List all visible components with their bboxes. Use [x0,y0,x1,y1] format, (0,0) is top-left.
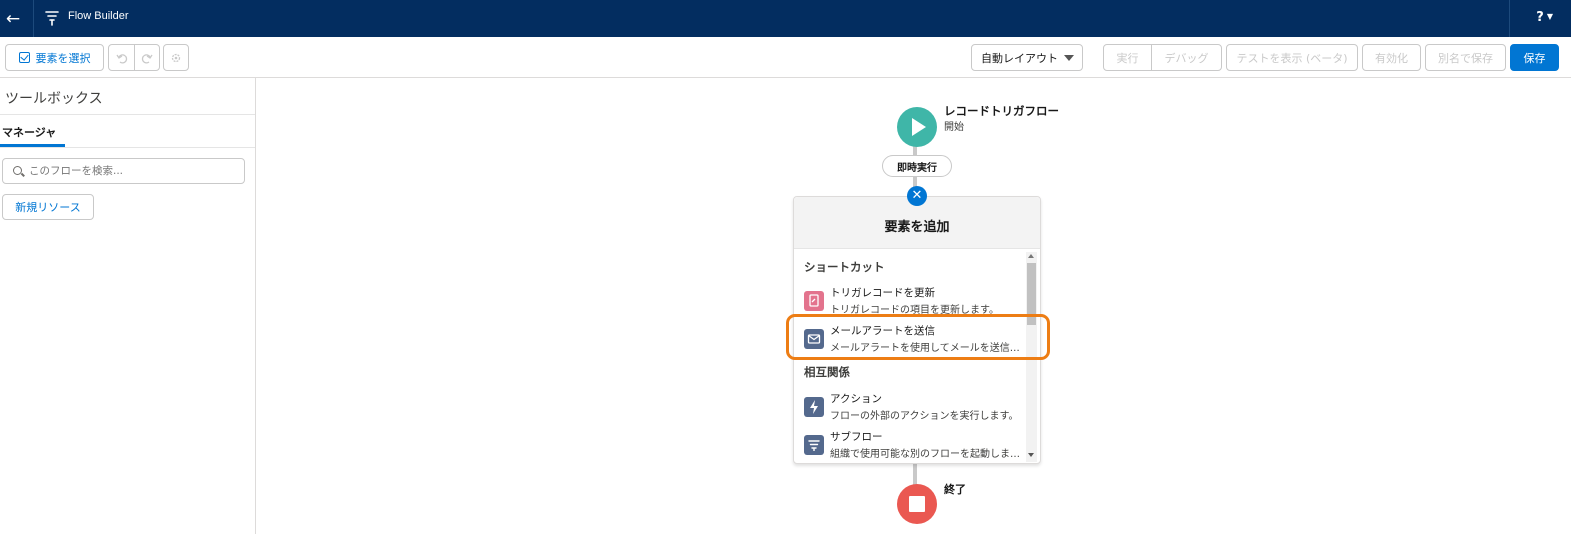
menu-item-subflow[interactable]: サブフロー 組織で使用可能な別のフローを起動します。 [804,429,1020,463]
help-icon: ? [1536,10,1544,25]
run-debug-group: 実行 デバッグ [1103,44,1222,71]
header-divider [33,0,34,37]
stop-icon [909,496,925,512]
save-as-button[interactable]: 別名で保存 [1425,44,1506,71]
path-label-pill[interactable]: 即時実行 [882,155,952,177]
lightning-icon [804,397,824,417]
redo-button[interactable] [134,45,159,70]
layout-mode-value: 自動レイアウト [981,51,1058,65]
scroll-up-icon[interactable] [1028,254,1034,258]
new-resource-button[interactable]: 新規リソース [2,194,94,220]
record-update-icon [804,291,824,311]
start-node[interactable] [897,107,937,147]
end-node-label: 終了 [944,483,966,496]
undo-button[interactable] [109,45,134,70]
search-input[interactable] [29,162,239,180]
caret-down-icon [1064,55,1074,61]
arrow-left-icon: ← [5,8,21,29]
header-divider [1509,0,1510,37]
chevron-down-icon: ▼ [1546,12,1553,21]
toolbox-title: ツールボックス [5,91,103,107]
tab-manager[interactable]: マネージャ [2,124,56,140]
menu-item-description: 組織で使用可能な別のフローを起動します。 [830,449,1020,460]
close-add-element-button[interactable]: ✕ [907,186,927,206]
help-menu-button[interactable]: ? ▼ [1536,10,1553,25]
undo-redo-group [108,44,160,71]
divider [0,114,255,115]
section-heading-interaction: 相互関係 [804,365,850,379]
menu-item-description: フローの外部のアクションを実行します。 [830,411,1019,422]
end-node[interactable] [897,484,937,524]
flow-canvas[interactable]: レコードトリガフロー 開始 即時実行 ✕ 要素を追加 ショートカット トリガレコ… [257,78,1571,534]
search-icon [13,166,22,175]
menu-item-label: トリガレコードを更新 [830,287,935,299]
start-node-title: レコードトリガフロー [944,104,1059,118]
checkbox-icon [18,52,30,63]
debug-button[interactable]: デバッグ [1151,45,1221,70]
layout-mode-select[interactable]: 自動レイアウト [971,44,1083,71]
select-elements-label: 要素を選択 [35,51,91,65]
run-button[interactable]: 実行 [1104,45,1151,70]
divider [0,147,255,148]
close-icon: ✕ [911,188,923,203]
undo-icon [115,53,127,64]
toolbox-search [2,158,245,184]
back-button[interactable]: ← [0,0,26,37]
redo-icon [141,53,153,64]
select-elements-button[interactable]: 要素を選択 [5,44,104,71]
gear-icon [171,53,181,62]
play-icon [912,118,926,136]
menu-item-action[interactable]: アクション フローの外部のアクションを実行します。 [804,391,1019,425]
subflow-icon [804,435,824,455]
menu-item-label: アクション [830,393,882,405]
start-node-subtitle: 開始 [944,122,964,133]
app-title: Flow Builder [68,10,129,22]
flow-icon [45,11,59,26]
menu-item-label: サブフロー [830,431,883,443]
activate-button[interactable]: 有効化 [1362,44,1421,71]
toolbox-panel: ツールボックス マネージャ 新規リソース [0,78,256,534]
highlight-annotation-box [786,314,1050,360]
settings-button[interactable] [163,44,189,71]
scroll-down-icon[interactable] [1028,453,1034,457]
global-header: ← Flow Builder ? ▼ [0,0,1571,37]
flow-toolbar: 要素を選択 自動レイアウト 実行 デバッグ テストを表示 (ベータ) 有効化 別… [0,37,1571,78]
view-tests-button[interactable]: テストを表示 (ベータ) [1226,44,1358,71]
save-button[interactable]: 保存 [1510,44,1559,71]
section-heading-shortcuts: ショートカット [804,260,885,274]
